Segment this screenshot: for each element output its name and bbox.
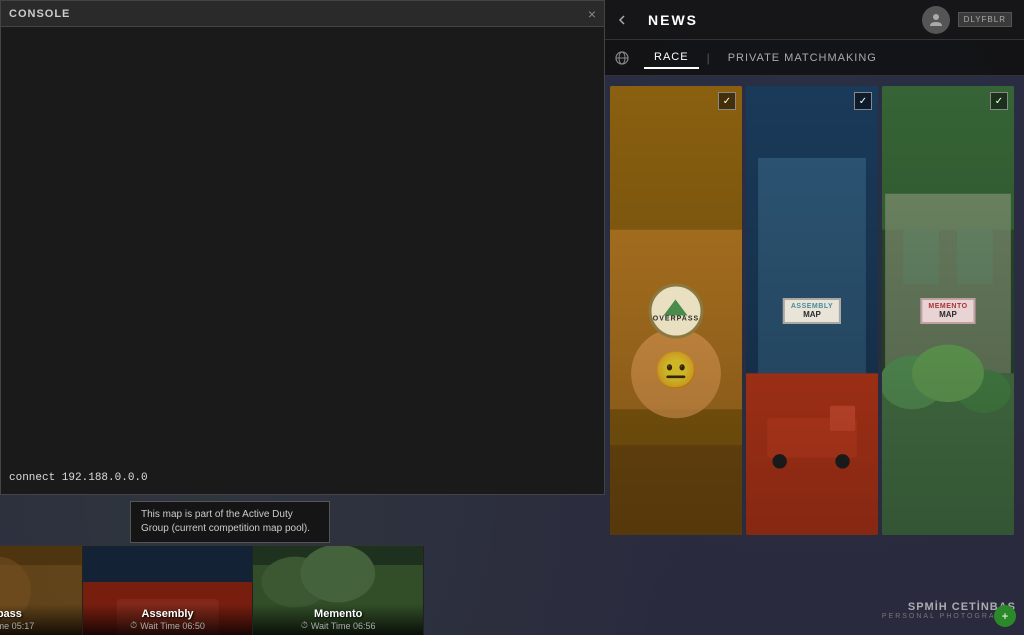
memento-wait-bottom: ⏱ Wait Time 06:56	[259, 620, 417, 631]
bottom-map-overpass-bottom[interactable]: Overpass ⏱ Wait Time 05:17	[0, 546, 83, 635]
console-input[interactable]: connect 192.188.0.0.0	[9, 472, 148, 484]
assembly-tag-sub: MAP	[791, 310, 833, 319]
overpass-logo: OVERPASS	[649, 283, 704, 338]
console-title: CONSOLE	[9, 8, 70, 20]
main-ui: NEWS DLYFBLR RACE | PRIVATE MATCHMAKING	[600, 0, 1024, 635]
console-close-button[interactable]: ×	[588, 7, 596, 21]
assembly-info-bottom: Assembly ⏱ Wait Time 06:50	[83, 604, 253, 635]
memento-tag: Memento MAP	[920, 298, 975, 324]
console-panel: CONSOLE × connect 192.188.0.0.0	[0, 0, 605, 495]
overpass-name-bottom: Overpass	[0, 608, 76, 620]
assembly-wait-bottom: ⏱ Wait Time 06:50	[89, 620, 247, 631]
overpass-text: OVERPASS	[653, 315, 699, 322]
overpass-info-bottom: Overpass ⏱ Wait Time 05:17	[0, 604, 82, 635]
tooltip-text: This map is part of the Active Duty Grou…	[141, 509, 310, 534]
tab-private-matchmaking[interactable]: PRIVATE MATCHMAKING	[718, 48, 887, 68]
memento-tag-title: Memento	[928, 303, 967, 310]
globe-icon[interactable]	[612, 48, 632, 68]
memento-logo: Memento MAP	[920, 298, 975, 324]
assembly-name-bottom: Assembly	[89, 608, 247, 620]
assembly-tag: Assembly MAP	[783, 298, 841, 324]
tooltip-box: This map is part of the Active Duty Grou…	[130, 501, 330, 543]
bottom-maps-strip: Inferno ⏱ Wait Time 03:27 Vertigo ⏱ Wait…	[0, 545, 424, 635]
user-avatar[interactable]	[922, 6, 950, 34]
memento-name-bottom: Memento	[259, 608, 417, 620]
green-action-button[interactable]: +	[994, 605, 1016, 627]
map-card-assembly[interactable]: ✓ Assembly MAP	[746, 86, 878, 535]
top-bar: NEWS DLYFBLR	[600, 0, 1024, 40]
overpass-logo-inner: OVERPASS	[653, 299, 699, 322]
clock-icon: ⏱	[130, 620, 137, 631]
bottom-map-assembly-bottom[interactable]: Assembly ⏱ Wait Time 06:50	[83, 546, 254, 635]
map-cards-container: 😐 ✓ OVERPASS	[600, 76, 1024, 545]
clock-icon: ⏱	[301, 620, 308, 631]
back-icon[interactable]	[612, 10, 632, 30]
memento-checkbox[interactable]: ✓	[990, 92, 1008, 110]
console-body[interactable]: connect 192.188.0.0.0	[1, 27, 604, 494]
page-title: NEWS	[648, 12, 698, 28]
overpass-checkbox[interactable]: ✓	[718, 92, 736, 110]
map-card-overpass[interactable]: 😐 ✓ OVERPASS	[610, 86, 742, 535]
assembly-logo: Assembly MAP	[783, 298, 841, 324]
tab-race[interactable]: RACE	[644, 47, 699, 69]
memento-info-bottom: Memento ⏱ Wait Time 06:56	[253, 604, 423, 635]
user-badge: DLYFBLR	[958, 12, 1012, 27]
assembly-checkbox[interactable]: ✓	[854, 92, 872, 110]
memento-tag-sub: MAP	[928, 310, 967, 319]
overpass-arrow-icon	[664, 299, 688, 315]
map-card-memento[interactable]: ✓ Memento MAP	[882, 86, 1014, 535]
console-header: CONSOLE ×	[1, 1, 604, 27]
top-bar-left: NEWS	[612, 10, 922, 30]
top-bar-right: DLYFBLR	[922, 6, 1012, 34]
bottom-map-memento-bottom[interactable]: Memento ⏱ Wait Time 06:56	[253, 546, 424, 635]
tab-divider: |	[703, 51, 714, 65]
sub-nav: RACE | PRIVATE MATCHMAKING	[600, 40, 1024, 76]
overpass-wait-bottom: ⏱ Wait Time 05:17	[0, 620, 76, 631]
assembly-tag-title: Assembly	[791, 303, 833, 310]
overpass-logo-circle: OVERPASS	[649, 283, 704, 338]
